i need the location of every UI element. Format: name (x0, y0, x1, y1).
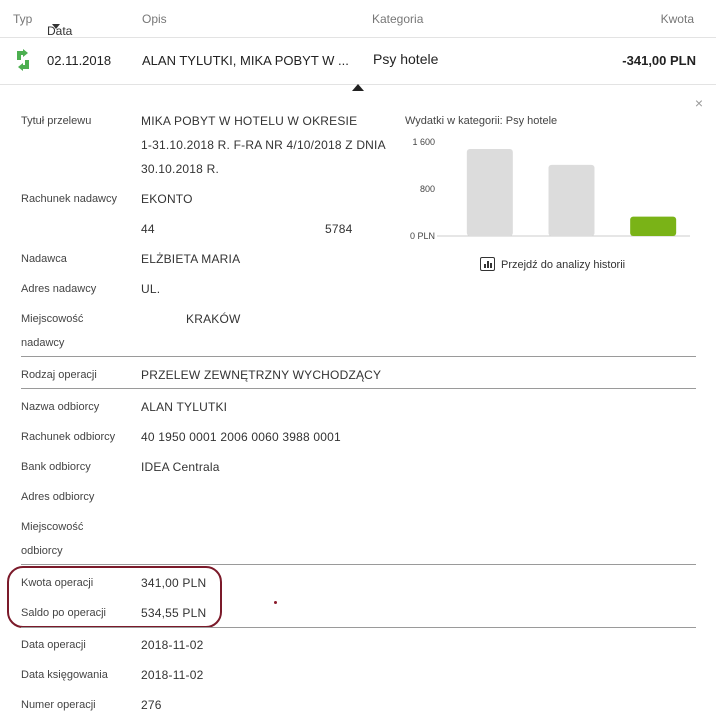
y-tick-label: 1 600 (412, 137, 435, 147)
transaction-category[interactable]: Psy hotele (373, 51, 438, 67)
bar-chart-icon (480, 257, 495, 271)
value-operation-date: 2018-11-02 (141, 638, 204, 652)
separator (21, 356, 696, 357)
label-recipient-city-1: Miejscowość (21, 521, 84, 533)
value-sender-account-end: 5784 (325, 222, 353, 236)
label-booking-date: Data księgowania (21, 669, 108, 681)
label-recipient-address: Adres odbiorcy (21, 491, 95, 503)
column-header-type: Typ (13, 12, 33, 26)
history-analysis-link[interactable]: Przejdź do analizy historii (480, 257, 625, 271)
separator (21, 627, 696, 628)
label-transfer-title: Tytuł przelewu (21, 115, 92, 127)
value-transfer-title-line-3: 30.10.2018 R. (141, 162, 219, 176)
highlight-annotation (7, 566, 222, 628)
label-operation-date: Data operacji (21, 639, 86, 651)
value-sender-address: UL. (141, 282, 161, 296)
column-header-category: Kategoria (372, 12, 424, 26)
sort-desc-icon (52, 24, 60, 29)
category-spending-chart: 0 PLN 800 1 600 (410, 137, 690, 241)
transaction-amount: -341,00 PLN (622, 53, 696, 68)
label-recipient: Nazwa odbiorcy (21, 401, 100, 413)
label-operation-type: Rodzaj operacji (21, 369, 97, 381)
table-header: Typ Data Opis Kategoria Kwota (0, 0, 716, 38)
separator (21, 564, 696, 565)
label-sender: Nadawca (21, 253, 67, 265)
value-operation-number: 276 (141, 698, 162, 712)
value-sender-account-start: 44 (141, 222, 155, 236)
annotation-dot (274, 601, 277, 604)
chart-bar (466, 149, 513, 236)
close-icon[interactable]: × (695, 95, 703, 111)
transaction-description: ALAN TYLUTKI, MIKA POBYT W ... (142, 53, 349, 68)
label-sender-city-1: Miejscowość (21, 313, 84, 325)
chart-bar (630, 216, 677, 236)
details-pointer (352, 84, 364, 91)
separator (21, 388, 696, 389)
transfer-arrows-icon (17, 49, 29, 71)
value-recipient-bank: IDEA Centrala (141, 460, 220, 474)
transaction-date: 02.11.2018 (47, 53, 112, 68)
history-analysis-label: Przejdź do analizy historii (501, 259, 626, 271)
label-sender-city-2: nadawcy (21, 337, 65, 349)
column-header-amount: Kwota (660, 12, 694, 26)
label-sender-account: Rachunek nadawcy (21, 193, 118, 205)
value-operation-type: PRZELEW ZEWNĘTRZNY WYCHODZĄCY (141, 368, 382, 382)
label-recipient-bank: Bank odbiorcy (21, 461, 91, 473)
label-sender-address: Adres nadawcy (21, 283, 97, 295)
chart-bar (548, 164, 595, 236)
column-header-description: Opis (142, 12, 167, 26)
label-operation-number: Numer operacji (21, 699, 96, 711)
y-tick-label: 0 PLN (410, 231, 435, 241)
chart-title: Wydatki w kategorii: Psy hotele (405, 115, 558, 127)
y-tick-label: 800 (420, 184, 435, 194)
value-sender: ELŻBIETA MARIA (141, 252, 241, 266)
value-transfer-title-line-2: 1-31.10.2018 R. F-RA NR 4/10/2018 Z DNIA (141, 138, 386, 152)
value-sender-city: KRAKÓW (186, 312, 241, 326)
transaction-row[interactable]: 02.11.2018 ALAN TYLUTKI, MIKA POBYT W ..… (0, 38, 716, 85)
label-recipient-city-2: odbiorcy (21, 545, 63, 557)
value-transfer-title-line-1: MIKA POBYT W HOTELU W OKRESIE (141, 114, 358, 128)
value-recipient-account: 40 1950 0001 2006 0060 3988 0001 (141, 430, 341, 444)
value-recipient: ALAN TYLUTKI (141, 400, 228, 414)
value-sender-account-name: EKONTO (141, 192, 193, 206)
label-recipient-account: Rachunek odbiorcy (21, 431, 116, 443)
value-booking-date: 2018-11-02 (141, 668, 204, 682)
